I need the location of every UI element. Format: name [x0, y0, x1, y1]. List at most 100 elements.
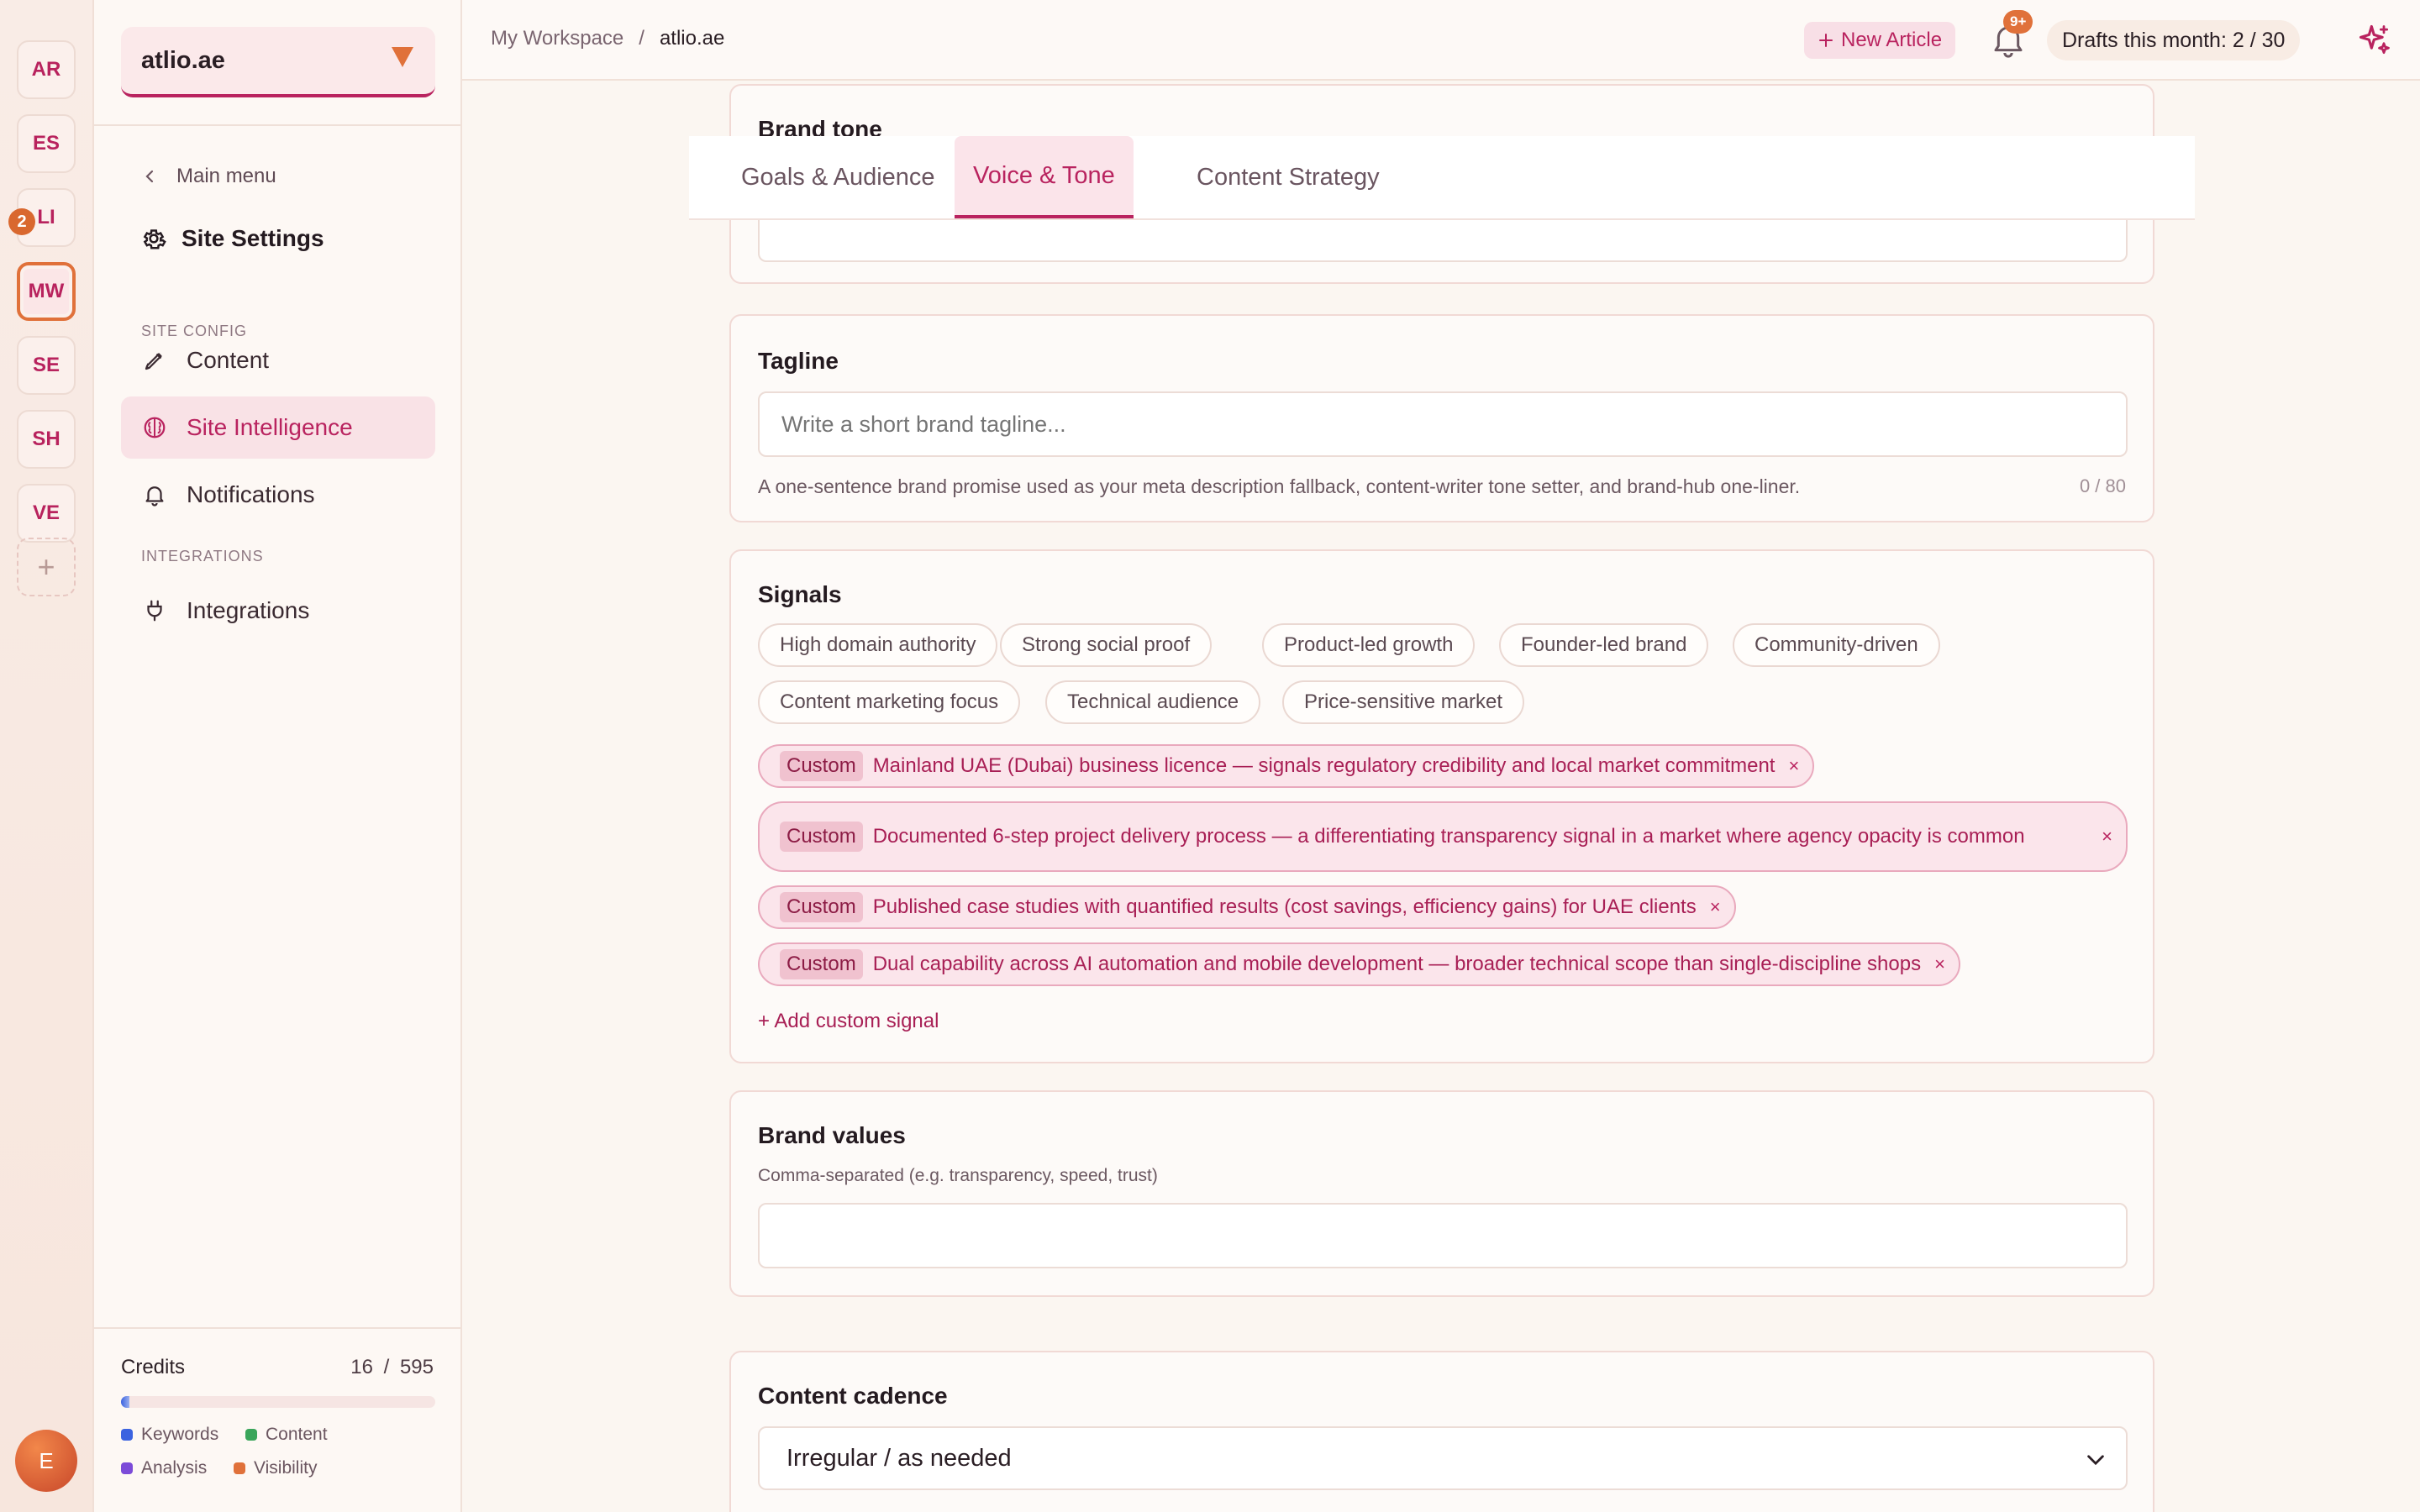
credits-separator: / — [383, 1356, 390, 1378]
signal-chip[interactable]: Price-sensitive market — [1282, 680, 1525, 724]
site-name: atlio.ae — [141, 46, 225, 74]
signal-chip[interactable]: Strong social proof — [1000, 623, 1213, 667]
custom-signal: Custom Mainland UAE (Dubai) business lic… — [758, 744, 1815, 788]
remove-signal-icon[interactable]: × — [1710, 896, 1721, 918]
top-bar: My Workspace / atlio.ae New Article 9+ D… — [462, 0, 2420, 81]
content-cadence-title: Content cadence — [758, 1383, 948, 1409]
sidebar-item-integrations[interactable]: Integrations — [121, 580, 435, 642]
sidebar-item-content[interactable]: Content — [121, 329, 435, 391]
bell-icon — [141, 481, 168, 508]
content-cadence-value: Irregular / as needed — [786, 1444, 1012, 1472]
signal-chip[interactable]: Community-driven — [1733, 623, 1940, 667]
settings-tabs: Goals & Audience Voice & Tone Content St… — [689, 136, 2195, 220]
content-cadence-select[interactable]: Irregular / as needed — [758, 1426, 2128, 1490]
signals-card: Signals High domain authority Strong soc… — [729, 549, 2154, 1063]
add-workspace-button[interactable]: + — [17, 538, 76, 596]
sidebar-item-site-intelligence[interactable]: Site Intelligence — [121, 396, 435, 459]
custom-signal-text: Documented 6-step project delivery proce… — [872, 825, 2025, 848]
credits-progress-bar — [121, 1396, 435, 1408]
sidebar-item-notifications[interactable]: Notifications — [121, 464, 435, 526]
remove-signal-icon[interactable]: × — [1934, 953, 1945, 975]
main-content: Brand tone Goals & Audience Voice & Tone… — [464, 81, 2420, 1512]
legend-label: Analysis — [141, 1458, 208, 1478]
custom-signal: Custom Documented 6-step project deliver… — [758, 801, 2128, 872]
workspace-ve[interactable]: VE — [17, 484, 76, 543]
brand-values-card: Brand values Comma-separated (e.g. trans… — [729, 1090, 2154, 1297]
visibility-dot-icon — [234, 1462, 245, 1474]
new-article-label: New Article — [1841, 29, 1943, 51]
custom-signal-text: Mainland UAE (Dubai) business licence — … — [872, 754, 1776, 777]
legend-analysis: Analysis — [121, 1458, 207, 1478]
credits-progress-fill — [121, 1396, 130, 1408]
workspace-ar[interactable]: AR — [17, 40, 76, 99]
credits-label: Credits — [121, 1356, 186, 1378]
new-article-button[interactable]: New Article — [1804, 22, 1956, 59]
sparkle-icon[interactable] — [2356, 22, 2393, 59]
custom-signal: Custom Published case studies with quant… — [758, 885, 1736, 929]
divider — [94, 124, 460, 126]
keywords-dot-icon — [121, 1429, 133, 1441]
legend-content: Content — [245, 1425, 328, 1445]
add-custom-signal-button[interactable]: + Add custom signal — [758, 1010, 939, 1033]
tagline-title: Tagline — [758, 348, 839, 374]
breadcrumb-separator: / — [639, 27, 644, 50]
tab-voice-tone[interactable]: Voice & Tone — [955, 136, 1134, 218]
pen-icon — [141, 347, 168, 374]
legend-label: Keywords — [141, 1425, 219, 1444]
signal-chip[interactable]: Technical audience — [1045, 680, 1261, 724]
remove-signal-icon[interactable]: × — [1788, 755, 1799, 777]
caret-down-icon — [392, 47, 413, 67]
signals-title: Signals — [758, 581, 842, 607]
tagline-hint: A one-sentence brand promise used as you… — [758, 475, 1801, 497]
signal-chip[interactable]: High domain authority — [758, 623, 998, 667]
signal-chip[interactable]: Product-led growth — [1262, 623, 1476, 667]
workspace-se[interactable]: SE — [17, 336, 76, 395]
chevron-down-icon — [2087, 1455, 2104, 1466]
notification-badge: 9+ — [2003, 10, 2033, 34]
plug-icon — [141, 597, 168, 624]
workspace-mw[interactable]: MW — [17, 262, 76, 321]
chevron-left-icon — [145, 170, 154, 183]
custom-signal-text: Published case studies with quantified r… — [872, 895, 1697, 918]
brand-values-input[interactable] — [758, 1203, 2128, 1268]
analysis-dot-icon — [121, 1462, 133, 1474]
custom-tag: Custom — [780, 751, 863, 781]
section-integrations: INTEGRATIONS — [141, 548, 264, 564]
sidebar-item-label: Site Intelligence — [187, 414, 353, 440]
breadcrumb-current: atlio.ae — [659, 27, 725, 50]
breadcrumb-workspace[interactable]: My Workspace — [491, 27, 623, 50]
custom-signal-text: Dual capability across AI automation and… — [872, 953, 1922, 975]
tab-content-strategy[interactable]: Content Strategy — [1178, 136, 1398, 218]
drafts-counter: Drafts this month: 2 / 30 — [2047, 20, 2301, 60]
remove-signal-icon[interactable]: × — [2102, 826, 2112, 848]
custom-tag: Custom — [780, 949, 863, 979]
main-menu-label: Main menu — [176, 165, 276, 187]
workspace-es[interactable]: ES — [17, 114, 76, 173]
brain-icon — [141, 414, 168, 441]
brand-tone-field[interactable] — [758, 220, 2128, 262]
tagline-input[interactable] — [758, 391, 2128, 457]
divider — [94, 1327, 460, 1329]
signal-chip[interactable]: Content marketing focus — [758, 680, 1021, 724]
custom-tag: Custom — [780, 892, 863, 922]
credits-value: 16 / 595 — [350, 1356, 434, 1379]
legend-label: Content — [266, 1425, 328, 1444]
sidebar-item-label: Notifications — [187, 481, 315, 507]
sidebar: atlio.ae Main menu Site Settings SITE CO… — [94, 0, 462, 1512]
legend-label: Visibility — [254, 1458, 318, 1478]
credits-used: 16 — [350, 1356, 373, 1378]
tab-goals-audience[interactable]: Goals & Audience — [723, 136, 954, 218]
site-selector[interactable]: atlio.ae — [121, 27, 435, 97]
custom-tag: Custom — [780, 822, 863, 852]
credits-total: 595 — [399, 1356, 434, 1378]
main-menu-link[interactable]: Main menu — [141, 165, 276, 188]
plus-icon — [1819, 34, 1833, 47]
workspace-badge: 2 — [8, 208, 35, 235]
tagline-char-counter: 0 / 80 — [2079, 475, 2126, 496]
tagline-card: Tagline A one-sentence brand promise use… — [729, 314, 2154, 522]
legend-visibility: Visibility — [234, 1458, 317, 1478]
user-avatar[interactable]: E — [15, 1430, 77, 1492]
signal-chip[interactable]: Founder-led brand — [1499, 623, 1709, 667]
workspace-sh[interactable]: SH — [17, 410, 76, 469]
gear-icon — [143, 229, 166, 249]
